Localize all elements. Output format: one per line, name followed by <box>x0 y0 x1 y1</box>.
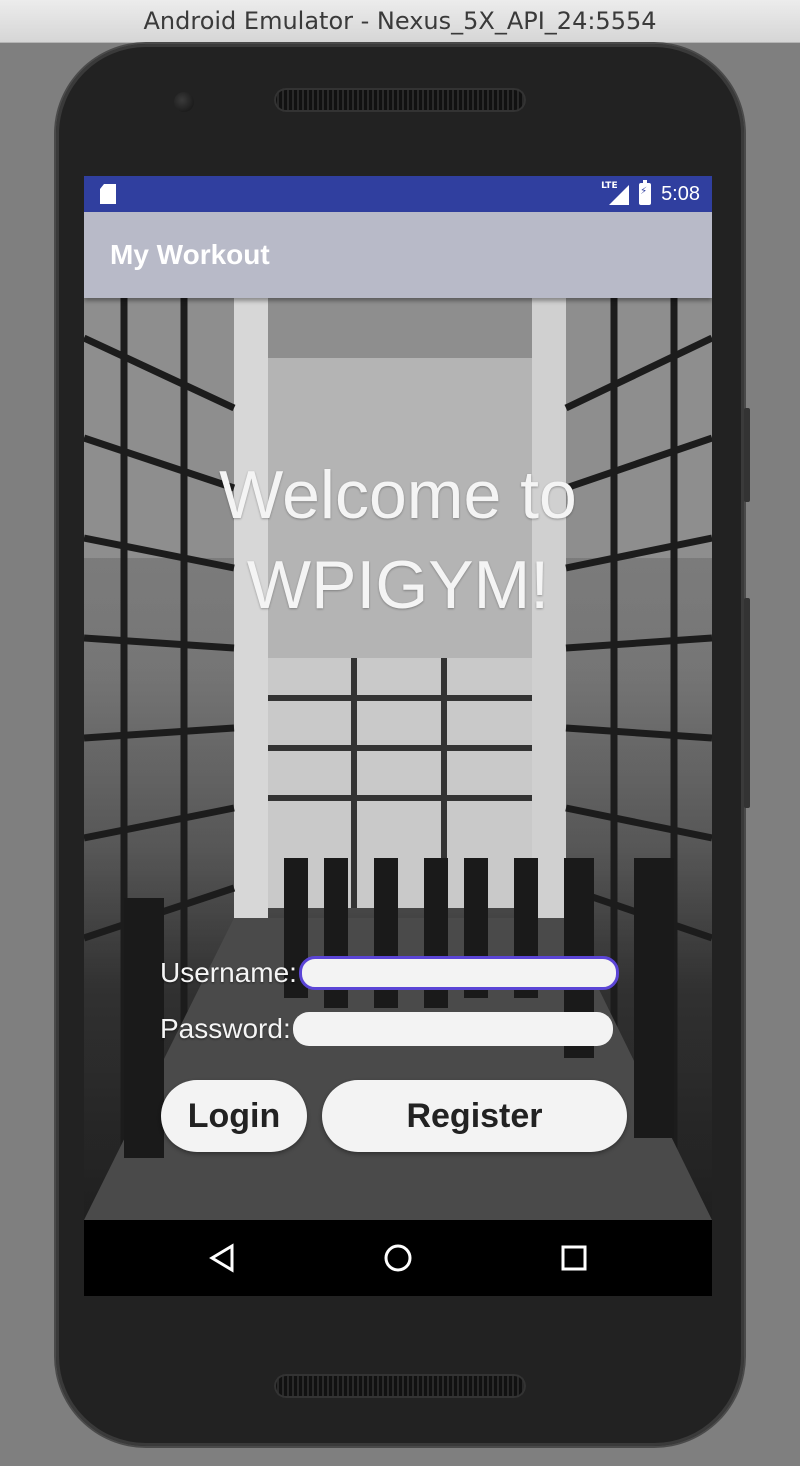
nav-back-button[interactable] <box>204 1240 240 1276</box>
volume-button[interactable] <box>744 598 750 808</box>
username-label: Username: <box>160 957 297 988</box>
device-screen: LTE 5:08 My Workout <box>84 176 712 1296</box>
username-row: Username: <box>160 956 619 990</box>
bottom-speaker <box>274 1374 526 1398</box>
status-time: 5:08 <box>661 182 700 205</box>
battery-charging-icon <box>639 180 652 205</box>
nav-home-button[interactable] <box>380 1240 416 1276</box>
home-circle-icon <box>384 1244 412 1272</box>
front-camera <box>174 92 194 112</box>
password-input[interactable] <box>292 1012 613 1046</box>
welcome-heading: Welcome to WPIGYM! <box>84 450 712 630</box>
welcome-line-2: WPIGYM! <box>246 547 550 623</box>
window-title: Android Emulator - Nexus_5X_API_24:5554 <box>143 7 657 35</box>
login-screen: Welcome to WPIGYM! Username: Password: L… <box>84 298 712 1220</box>
recents-square-icon <box>561 1245 587 1271</box>
app-title: My Workout <box>110 239 270 270</box>
navigation-bar <box>84 1220 712 1296</box>
emulator-title-bar[interactable]: Android Emulator - Nexus_5X_API_24:5554 <box>0 0 800 43</box>
lte-signal-icon: LTE <box>601 181 630 205</box>
welcome-line-1: Welcome to <box>219 457 577 533</box>
top-speaker <box>274 88 526 112</box>
sd-card-icon <box>100 184 116 204</box>
register-button[interactable]: Register <box>322 1080 627 1152</box>
password-row: Password: <box>160 1012 613 1046</box>
nav-recents-button[interactable] <box>556 1240 592 1276</box>
power-button[interactable] <box>744 408 750 502</box>
login-button[interactable]: Login <box>161 1080 307 1152</box>
username-input[interactable] <box>298 956 619 990</box>
status-bar: LTE 5:08 <box>84 176 712 212</box>
password-label: Password: <box>160 1013 291 1044</box>
app-bar: My Workout <box>84 212 712 298</box>
back-triangle-icon <box>209 1243 234 1273</box>
